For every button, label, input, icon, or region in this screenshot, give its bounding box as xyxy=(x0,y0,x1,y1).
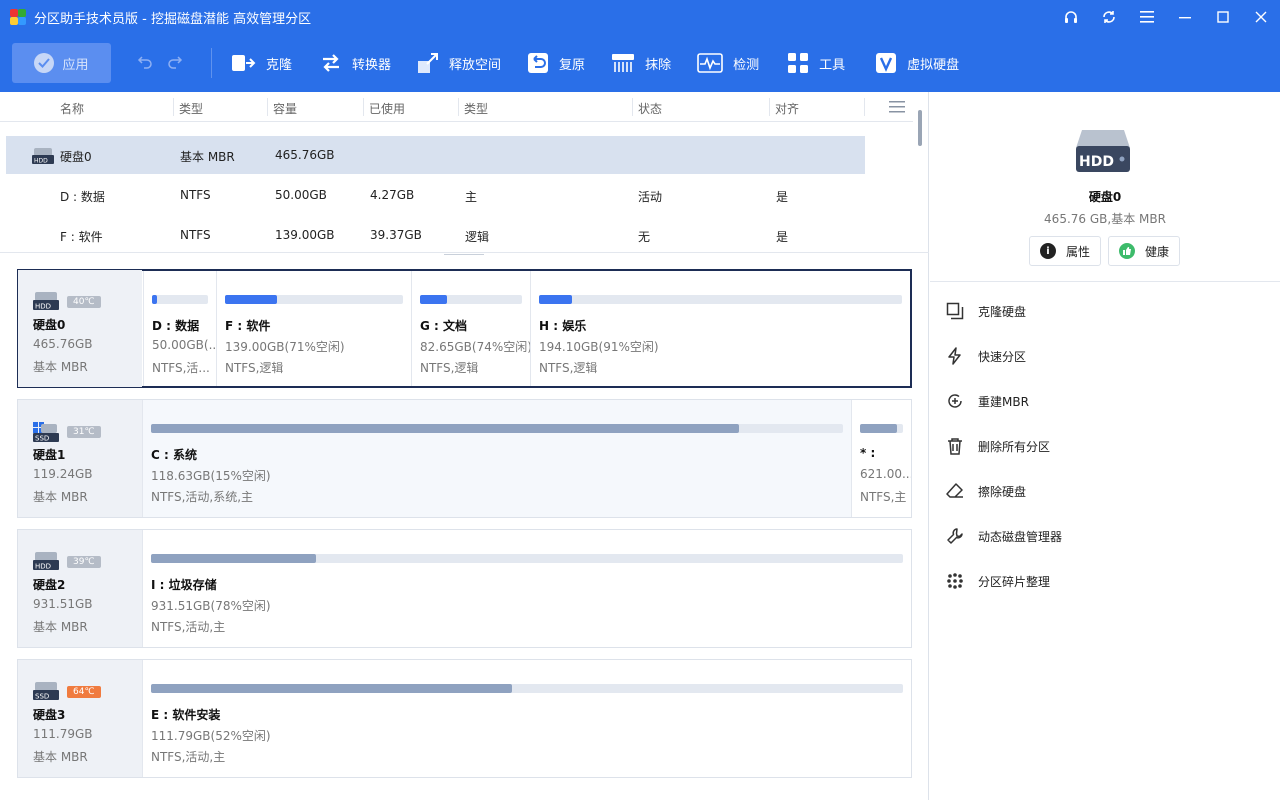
disk-card-0[interactable]: HDD 40℃ 硬盘0 465.76GB 基本 MBR D : 数据 50.00… xyxy=(17,269,912,388)
clone-disk-action[interactable]: 克隆硬盘 xyxy=(946,301,1026,321)
col-header-status[interactable]: 状态 xyxy=(638,100,662,117)
disk-info[interactable]: HDD 40℃ 硬盘0 465.76GB 基本 MBR xyxy=(18,270,142,387)
defrag-action[interactable]: 分区碎片整理 xyxy=(946,571,1050,591)
tools-button[interactable]: 工具 xyxy=(777,43,855,83)
info-icon: i xyxy=(1040,243,1056,259)
disk-info[interactable]: HDD 39℃ 硬盘2 931.51GB 基本 MBR xyxy=(18,530,142,647)
restore-icon xyxy=(528,53,549,73)
partition-block[interactable]: E : 软件安装 111.79GB(52%空闲) NTFS,活动,主 xyxy=(142,660,911,777)
rebuild-icon xyxy=(948,394,962,408)
copy-icon xyxy=(946,302,964,320)
headset-icon[interactable] xyxy=(1052,0,1090,34)
restore-button[interactable]: 复原 xyxy=(517,43,595,83)
title-bar: 分区助手技术员版 - 挖掘磁盘潜能 高效管理分区 xyxy=(0,0,1280,34)
partition-block[interactable]: G : 文档 82.65GB(74%空闲) NTFS,逻辑 xyxy=(411,271,530,386)
column-settings-icon[interactable] xyxy=(889,101,905,116)
wipe-button[interactable]: 抹除 xyxy=(601,43,681,83)
svg-text:HDD: HDD xyxy=(1079,154,1114,170)
window-title: 分区助手技术员版 - 挖掘磁盘潜能 高效管理分区 xyxy=(34,11,312,27)
partition-block[interactable]: * : 621.00... NTFS,主 xyxy=(851,400,911,517)
menu-icon[interactable] xyxy=(1128,0,1166,34)
quick-partition-action[interactable]: 快速分区 xyxy=(946,346,1026,366)
maximize-icon[interactable] xyxy=(1204,0,1242,34)
splitter-handle[interactable] xyxy=(444,254,484,257)
grid-icon xyxy=(788,53,809,73)
clone-button[interactable]: 克隆 xyxy=(222,43,302,83)
minimize-icon[interactable] xyxy=(1166,0,1204,34)
lightning-icon xyxy=(948,347,961,365)
thumbs-up-icon xyxy=(1119,243,1135,259)
converter-icon xyxy=(323,54,340,72)
virtual-disk-icon xyxy=(876,53,897,73)
clone-icon xyxy=(232,55,256,71)
partition-block[interactable]: C : 系统 118.63GB(15%空闲) NTFS,活动,系统,主 xyxy=(142,400,851,517)
hdd-icon: HDD xyxy=(32,148,54,167)
ssd-icon: SSD xyxy=(33,682,59,701)
col-header-part-type[interactable]: 类型 xyxy=(464,100,488,117)
disk-card-2[interactable]: HDD 39℃ 硬盘2 931.51GB 基本 MBR I : 垃圾存储 931… xyxy=(17,529,912,648)
close-icon[interactable] xyxy=(1242,0,1280,34)
redo-icon[interactable] xyxy=(167,55,183,72)
properties-button[interactable]: i 属性 xyxy=(1029,236,1102,266)
virtual-disk-button[interactable]: 虚拟硬盘 xyxy=(865,43,969,83)
table-row-disk0[interactable]: HDD 硬盘0 基本 MBR 465.76GB xyxy=(6,136,865,174)
disk-info[interactable]: SSD 31℃ 硬盘1 119.24GB 基本 MBR xyxy=(18,400,142,517)
toolbar: 应用 克隆 转换器 释放空间 复原 抹除 检测 工具 虚拟硬盘 xyxy=(0,34,1280,92)
svg-text:HDD: HDD xyxy=(35,563,51,571)
table-row[interactable]: D : 数据 NTFS 50.00GB 4.27GB 主 活动 是 xyxy=(6,176,865,214)
expand-icon xyxy=(418,53,439,73)
disk-card-3[interactable]: SSD 64℃ 硬盘3 111.79GB 基本 MBR E : 软件安装 111… xyxy=(17,659,912,778)
main-panel: 名称 类型 容量 已使用 类型 状态 对齐 HDD 硬盘0 基本 MBR 465… xyxy=(0,92,929,800)
ssd-icon: SSD xyxy=(33,422,59,443)
converter-button[interactable]: 转换器 xyxy=(310,43,401,83)
table-row[interactable]: F : 软件 NTFS 139.00GB 39.37GB 逻辑 无 是 xyxy=(6,216,865,254)
col-header-capacity[interactable]: 容量 xyxy=(273,100,297,117)
col-header-type[interactable]: 类型 xyxy=(179,100,203,117)
shredder-icon xyxy=(612,54,635,72)
toolbar-divider xyxy=(211,48,212,78)
temperature-badge: 31℃ xyxy=(67,426,101,438)
partition-block[interactable]: F : 软件 139.00GB(71%空闲) NTFS,逻辑 xyxy=(216,271,411,386)
hdd-large-icon: HDD xyxy=(1074,126,1132,174)
svg-text:SSD: SSD xyxy=(35,435,49,443)
check-icon xyxy=(34,53,55,73)
pulse-icon xyxy=(697,53,723,73)
selected-disk-summary: 465.76 GB,基本 MBR xyxy=(1044,212,1166,226)
eraser-icon xyxy=(946,483,963,498)
hdd-icon: HDD xyxy=(33,292,59,311)
table-scrollbar[interactable] xyxy=(913,92,929,252)
temperature-badge: 64℃ xyxy=(67,686,101,698)
selected-disk-name: 硬盘0 xyxy=(1088,190,1122,204)
health-button[interactable]: 健康 xyxy=(1108,236,1181,266)
temperature-badge: 39℃ xyxy=(67,556,101,568)
partition-block[interactable]: H : 娱乐 194.10GB(91%空闲) NTFS,逻辑 xyxy=(530,271,910,386)
svg-text:HDD: HDD xyxy=(34,158,48,165)
undo-icon[interactable] xyxy=(137,55,153,72)
col-header-name[interactable]: 名称 xyxy=(60,100,84,117)
wipe-disk-action[interactable]: 擦除硬盘 xyxy=(946,481,1026,501)
temperature-badge: 40℃ xyxy=(67,296,101,308)
table-header: 名称 类型 容量 已使用 类型 状态 对齐 xyxy=(0,92,913,122)
partition-block[interactable]: I : 垃圾存储 931.51GB(78%空闲) NTFS,活动,主 xyxy=(142,530,911,647)
wrench-icon xyxy=(947,528,963,544)
col-header-used[interactable]: 已使用 xyxy=(369,100,405,117)
free-space-button[interactable]: 释放空间 xyxy=(407,43,511,83)
apply-button[interactable]: 应用 xyxy=(12,43,111,83)
svg-text:HDD: HDD xyxy=(35,303,51,311)
disk-details-panel: HDD 硬盘0 465.76 GB,基本 MBR i 属性 健康 克隆硬盘 快速… xyxy=(930,92,1280,800)
svg-text:SSD: SSD xyxy=(35,693,49,701)
col-header-align[interactable]: 对齐 xyxy=(775,100,799,117)
partition-block[interactable]: D : 数据 50.00GB(... NTFS,活... xyxy=(143,271,216,386)
dynamic-disk-manager-action[interactable]: 动态磁盘管理器 xyxy=(946,526,1062,546)
delete-all-partitions-action[interactable]: 删除所有分区 xyxy=(946,436,1050,456)
disk-info[interactable]: SSD 64℃ 硬盘3 111.79GB 基本 MBR xyxy=(18,660,142,777)
rebuild-mbr-action[interactable]: 重建MBR xyxy=(946,391,1029,411)
hdd-icon: HDD xyxy=(33,552,59,571)
defrag-icon xyxy=(947,573,963,589)
check-button[interactable]: 检测 xyxy=(687,43,769,83)
trash-icon xyxy=(948,438,962,455)
disk-card-1[interactable]: SSD 31℃ 硬盘1 119.24GB 基本 MBR C : 系统 118.6… xyxy=(17,399,912,518)
app-logo-icon xyxy=(10,9,26,25)
refresh-icon[interactable] xyxy=(1090,0,1128,34)
